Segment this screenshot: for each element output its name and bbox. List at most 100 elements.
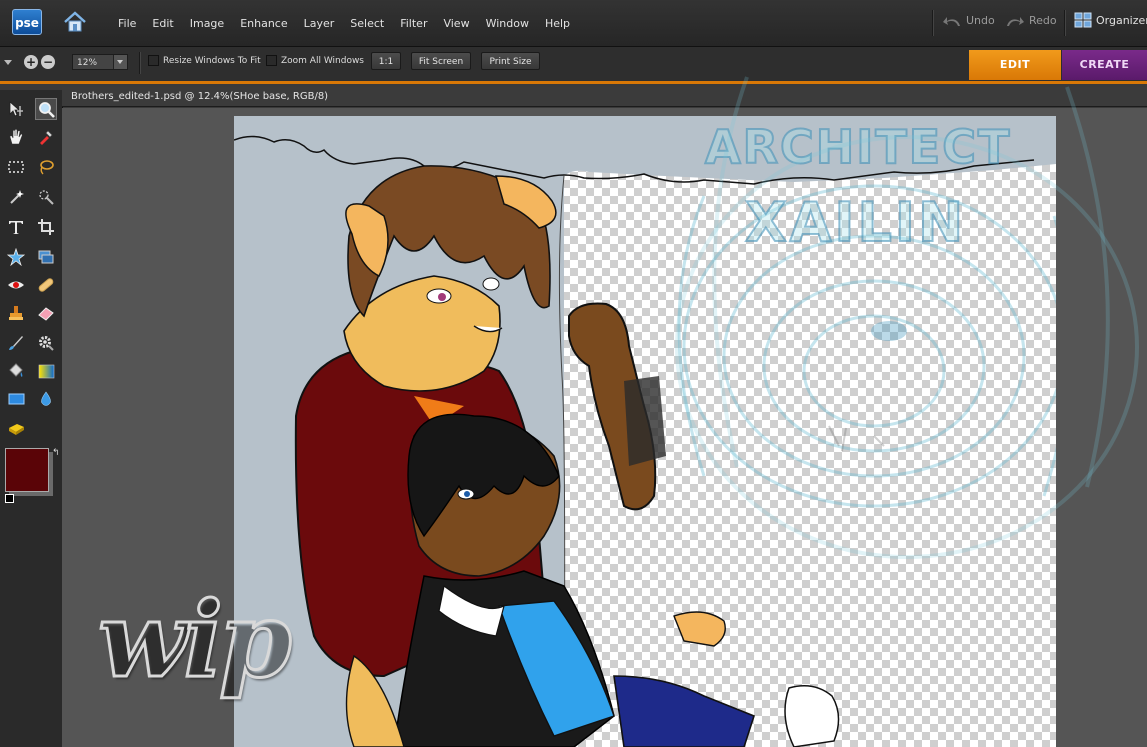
rectangular-marquee-tool[interactable] [5, 156, 27, 178]
options-divider [139, 52, 141, 74]
clone-stamp-tool[interactable] [5, 302, 27, 324]
active-tab-underline [0, 81, 1147, 84]
foreground-color-swatch[interactable] [5, 448, 49, 492]
menu-window[interactable]: Window [478, 17, 537, 30]
main-menu: File Edit Image Enhance Layer Select Fil… [110, 0, 578, 46]
undo-icon [943, 16, 960, 26]
menu-divider [932, 10, 934, 36]
red-eye-tool[interactable] [5, 274, 27, 296]
actual-pixels-button[interactable]: 1:1 [371, 52, 401, 70]
magic-wand-icon [10, 190, 24, 204]
undo-button[interactable]: Undo [942, 14, 995, 27]
water-drop-icon [41, 391, 51, 406]
type-icon [9, 221, 23, 234]
gear-icon [39, 336, 54, 351]
eraser-tool[interactable] [35, 302, 57, 324]
zoom-all-windows-checkbox[interactable]: Zoom All Windows [266, 55, 364, 66]
swap-colors-icon[interactable]: ↰ [52, 448, 60, 458]
menu-help[interactable]: Help [537, 17, 578, 30]
organizer-icon [1074, 12, 1092, 28]
menu-divider [1064, 10, 1066, 36]
brush-icon [9, 336, 23, 350]
hand-icon [9, 128, 23, 145]
redo-label: Redo [1029, 14, 1057, 27]
zoom-in-button[interactable]: + [24, 55, 38, 69]
document-tab-title[interactable]: Brothers_edited-1.psd @ 12.4%(SHoe base,… [62, 87, 1147, 107]
shape-tool[interactable] [5, 388, 27, 410]
image-canvas[interactable]: ARCHITECT XAILIN [234, 116, 1056, 747]
lasso-tool[interactable] [35, 156, 57, 178]
toolbox: ↰ [0, 90, 63, 747]
menu-file[interactable]: File [110, 17, 144, 30]
zoom-tool[interactable] [35, 98, 57, 120]
menu-image[interactable]: Image [182, 17, 232, 30]
gradient-tool[interactable] [35, 360, 57, 382]
star-icon [7, 248, 25, 266]
undo-label: Undo [966, 14, 995, 27]
fit-screen-button[interactable]: Fit Screen [411, 52, 471, 70]
organizer-label: Organizer [1096, 13, 1147, 27]
quick-selection-icon [39, 190, 54, 205]
checkbox-box[interactable] [266, 55, 277, 66]
organizer-button[interactable]: Organizer [1074, 12, 1147, 28]
paint-bucket-icon [9, 363, 23, 377]
straighten-tool[interactable] [35, 246, 57, 268]
zoom-out-button[interactable]: − [41, 55, 55, 69]
redo-button[interactable]: Redo [1005, 14, 1057, 27]
tab-edit[interactable]: EDIT [969, 50, 1061, 80]
watermark-line1: ARCHITECT [704, 120, 1012, 174]
quick-selection-tool[interactable] [35, 186, 57, 208]
crop-tool[interactable] [35, 216, 57, 238]
default-colors-icon[interactable] [5, 494, 14, 503]
sponge-tool[interactable] [5, 418, 27, 440]
menu-edit[interactable]: Edit [144, 17, 181, 30]
watermark-line2: XAILIN [744, 191, 967, 254]
paint-bucket-tool[interactable] [5, 360, 27, 382]
crop-icon [38, 219, 54, 235]
print-size-button[interactable]: Print Size [481, 52, 540, 70]
marquee-icon [8, 161, 24, 173]
hand-tool[interactable] [5, 126, 27, 148]
rectangle-shape-icon [8, 393, 25, 405]
eraser-icon [38, 307, 54, 321]
magic-wand-tool[interactable] [5, 186, 27, 208]
move-tool[interactable] [5, 98, 27, 120]
brush-tool[interactable] [5, 332, 27, 354]
spot-healing-tool[interactable] [35, 274, 57, 296]
checkbox-box[interactable] [148, 55, 159, 66]
lasso-icon [40, 160, 54, 175]
gradient-icon [38, 364, 55, 379]
sponge-icon [9, 424, 24, 435]
wip-watermark-text: wip [97, 578, 294, 701]
tool-preset-dropdown[interactable] [4, 60, 12, 65]
menu-bar: pse File Edit Image Enhance Layer Select… [0, 0, 1147, 47]
resize-windows-checkbox[interactable]: Resize Windows To Fit [148, 55, 261, 66]
eyedropper-icon [40, 130, 53, 145]
stamp-icon [9, 306, 23, 320]
magnifier-icon [39, 102, 55, 118]
redo-icon [1007, 16, 1024, 26]
app-logo: pse [12, 9, 42, 35]
menu-enhance[interactable]: Enhance [232, 17, 295, 30]
menu-layer[interactable]: Layer [296, 17, 343, 30]
tab-create[interactable]: CREATE [1062, 50, 1147, 80]
type-tool[interactable] [5, 216, 27, 238]
zoom-level-value: 12% [77, 58, 98, 68]
blur-tool[interactable] [35, 388, 57, 410]
resize-windows-label: Resize Windows To Fit [163, 55, 261, 66]
tool-options-bar: + − 12% Resize Windows To Fit Zoom All W… [0, 47, 1147, 82]
red-eye-icon [8, 281, 24, 289]
zoom-level-field[interactable]: 12% [72, 54, 128, 70]
straighten-icon [38, 250, 54, 264]
chevron-down-icon[interactable] [113, 55, 127, 69]
menu-view[interactable]: View [435, 17, 477, 30]
bandage-icon [38, 278, 54, 292]
menu-select[interactable]: Select [342, 17, 392, 30]
eyedropper-tool[interactable] [35, 126, 57, 148]
menu-filter[interactable]: Filter [392, 17, 435, 30]
cookie-cutter-tool[interactable] [5, 246, 27, 268]
home-icon [64, 11, 86, 32]
home-button[interactable] [62, 10, 88, 34]
move-icon [9, 101, 23, 117]
smart-brush-tool[interactable] [35, 332, 57, 354]
